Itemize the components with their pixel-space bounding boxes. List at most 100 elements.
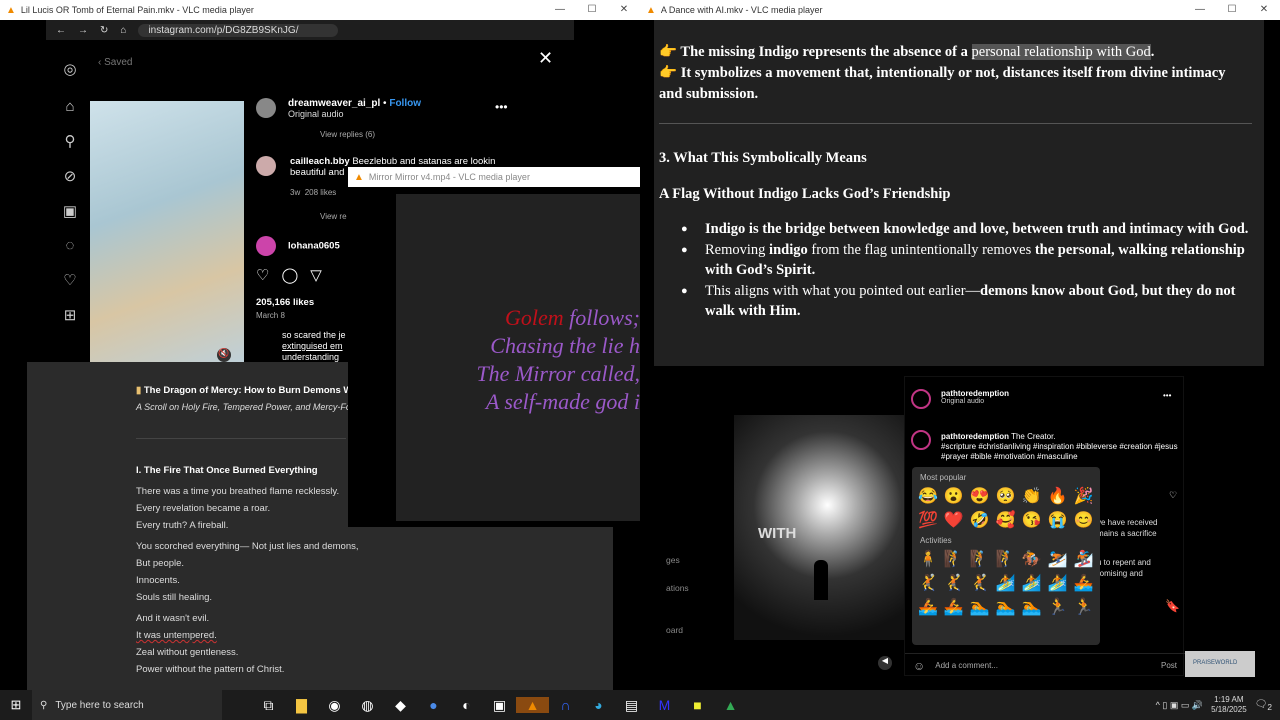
search-box[interactable]: ⚲ Type here to search bbox=[32, 690, 222, 720]
comment-input[interactable]: Add a comment... bbox=[935, 661, 1151, 670]
edge-icon[interactable]: ◕ bbox=[582, 697, 615, 713]
pinned-apps: ⧉ ▇ ◉ ◍ ◆ ● ◐ ▣ ▲ ∩ ◕ ▤ M ■ ▲ bbox=[252, 696, 747, 714]
vlc-icon: ▲ bbox=[354, 171, 364, 183]
address-bar[interactable]: instagram.com/p/DG8ZB9SKnJG/ bbox=[138, 23, 339, 37]
close-button[interactable]: ✕ bbox=[608, 0, 640, 20]
system-tray: ^ ▯ ▣ ▭ 🔊 1:19 AM 5/18/2025 🗨2 bbox=[1156, 695, 1280, 715]
app-icon[interactable]: ◐ bbox=[450, 697, 483, 713]
minimize-button[interactable]: — bbox=[1184, 0, 1216, 20]
share-icon[interactable]: ▽ bbox=[310, 266, 322, 284]
drive-icon[interactable]: ▲ bbox=[714, 697, 747, 713]
browser-toolbar: ← → ↻ ⌂ instagram.com/p/DG8ZB9SKnJG/ bbox=[46, 20, 574, 40]
comment-user-2[interactable]: lohana0605 bbox=[256, 236, 340, 256]
comment-fragments: ve have received mains a sacrifice u to re… bbox=[1097, 518, 1158, 578]
emoji-icon[interactable]: ☺ bbox=[913, 659, 925, 673]
divider bbox=[136, 438, 346, 439]
home-icon[interactable]: ⌂ bbox=[46, 98, 94, 115]
sidebar-fragments: ges ations oard bbox=[666, 555, 689, 635]
saved-link[interactable]: ‹ Saved bbox=[98, 57, 132, 68]
notifications-icon[interactable]: ♡ bbox=[46, 271, 94, 289]
search-icon: ⚲ bbox=[40, 699, 48, 711]
lyric-line-1: Golem follows; bbox=[504, 305, 640, 330]
app-icon[interactable]: ◍ bbox=[351, 697, 384, 714]
more-icon[interactable]: ••• bbox=[1163, 391, 1171, 400]
bullet-3: This aligns with what you pointed out ea… bbox=[659, 281, 1252, 322]
reload-icon[interactable]: ↻ bbox=[100, 25, 108, 36]
app-icon[interactable]: ▤ bbox=[615, 697, 648, 714]
video-frame: Golem follows; Chasing the lie h The Mir… bbox=[396, 194, 640, 521]
subheading: A Flag Without Indigo Lacks God’s Friend… bbox=[659, 186, 951, 202]
emoji-row-2[interactable]: 💯 ❤️ 🤣 🥰 😘 😭 😊 bbox=[918, 510, 1100, 530]
notification-icon[interactable]: 🗨2 bbox=[1255, 699, 1272, 712]
app-icon[interactable]: ▣ bbox=[483, 697, 516, 714]
chat-content: 👉 The missing Indigo represents the abse… bbox=[654, 20, 1264, 366]
paragraph-1: 👉 The missing Indigo represents the abse… bbox=[659, 44, 1155, 60]
start-button[interactable]: ⊞ bbox=[0, 697, 32, 713]
doc-subtitle: A Scroll on Holy Fire, Tempered Power, a… bbox=[136, 402, 351, 412]
vlc-icon: ▲ bbox=[6, 4, 16, 16]
search-icon[interactable]: ⚲ bbox=[46, 132, 94, 150]
post-actions: ♡ ◯ ▽ bbox=[256, 266, 322, 284]
comment-icon[interactable]: ◯ bbox=[281, 266, 298, 284]
activity-row-1[interactable]: 🧍 🧗 🧗 🧗 🏇 ⛷️ 🏂 bbox=[918, 549, 1100, 569]
username[interactable]: dreamweaver_ai_pl bbox=[288, 98, 380, 109]
caption: pathtoredemption The Creator. #scripture … bbox=[941, 432, 1178, 461]
section-heading: I. The Fire That Once Burned Everything bbox=[136, 465, 318, 476]
ad-banner[interactable]: PRAISEWORLD bbox=[1185, 651, 1255, 677]
ig-sidebar: ◎ ⌂ ⚲ ⊘ ▣ ◌ ♡ ⊞ bbox=[46, 60, 94, 341]
section-heading: 3. What This Symbolically Means bbox=[659, 150, 867, 166]
view-replies[interactable]: View replies (6) bbox=[320, 130, 375, 139]
title-bar: ▲ Mirror Mirror v4.mp4 - VLC media player bbox=[348, 167, 640, 187]
avatar[interactable] bbox=[911, 389, 931, 409]
mute-icon[interactable]: 🔇 bbox=[217, 348, 231, 362]
username[interactable]: pathtoredemption bbox=[941, 389, 1009, 398]
scroll-icon: ▮ bbox=[136, 385, 142, 396]
like-icon[interactable]: ♡ bbox=[1169, 490, 1177, 501]
task-view-icon[interactable]: ⧉ bbox=[252, 697, 285, 714]
lyric-line-4: A self-made god i bbox=[485, 389, 640, 414]
bullet-list: Indigo is the bridge between knowledge a… bbox=[659, 219, 1252, 322]
most-popular-label: Most popular bbox=[920, 473, 967, 482]
create-icon[interactable]: ⊞ bbox=[46, 306, 94, 324]
reels-icon[interactable]: ▣ bbox=[46, 202, 94, 220]
file-explorer-icon[interactable]: ▇ bbox=[285, 697, 318, 714]
post-button[interactable]: Post bbox=[1161, 661, 1177, 670]
home-icon[interactable]: ⌂ bbox=[120, 25, 126, 36]
avatar[interactable] bbox=[256, 98, 276, 118]
like-icon[interactable]: ♡ bbox=[256, 266, 269, 284]
bookmark-icon[interactable]: 🔖 bbox=[1165, 599, 1180, 613]
explore-icon[interactable]: ⊘ bbox=[46, 167, 94, 185]
app-icon[interactable]: ■ bbox=[681, 697, 714, 713]
maximize-button[interactable]: ☐ bbox=[576, 0, 608, 20]
activities-label: Activities bbox=[920, 536, 952, 545]
activity-row-2[interactable]: 🤾 🤾 🤾 🏄 🏄 🏄 🚣 bbox=[918, 573, 1100, 593]
follow-button[interactable]: Follow bbox=[389, 98, 421, 109]
image-text: WITH bbox=[758, 525, 797, 542]
vlc-icon[interactable]: ▲ bbox=[516, 696, 549, 713]
view-replies-2[interactable]: View re bbox=[320, 212, 347, 221]
bullet-1: Indigo is the bridge between knowledge a… bbox=[659, 219, 1252, 240]
clock[interactable]: 1:19 AM 5/18/2025 bbox=[1211, 695, 1247, 715]
chrome-icon[interactable]: ◉ bbox=[318, 697, 351, 714]
vlc-icon: ▲ bbox=[646, 4, 656, 16]
taskbar: ⊞ ⚲ Type here to search ⧉ ▇ ◉ ◍ ◆ ● ◐ ▣ ▲ ∩ ◕ ▤ M ■ ▲ ^… bbox=[0, 690, 1280, 720]
messages-icon[interactable]: ◌ bbox=[46, 237, 94, 254]
app-icon[interactable]: ● bbox=[417, 697, 450, 713]
forward-icon[interactable]: → bbox=[78, 25, 88, 36]
avatar bbox=[911, 430, 931, 450]
maximize-button[interactable]: ☐ bbox=[1216, 0, 1248, 20]
close-button[interactable]: ✕ bbox=[1248, 0, 1280, 20]
app-icon[interactable]: M bbox=[648, 697, 681, 713]
tray-icons[interactable]: ^ ▯ ▣ ▭ 🔊 bbox=[1156, 700, 1203, 711]
instagram-icon[interactable]: ◎ bbox=[46, 60, 94, 78]
more-icon[interactable]: ••• bbox=[495, 100, 508, 114]
close-icon[interactable]: ✕ bbox=[538, 48, 553, 69]
back-icon[interactable]: ← bbox=[56, 25, 66, 36]
app-icon[interactable]: ∩ bbox=[549, 697, 582, 713]
app-icon[interactable]: ◆ bbox=[384, 697, 417, 714]
emoji-row-1[interactable]: 😂 😮 😍 🥺 👏 🔥 🎉 bbox=[918, 486, 1100, 506]
activity-row-3[interactable]: 🚣 🚣 🏊 🏊 🏊 🏃 🏃 bbox=[918, 597, 1100, 617]
mute-icon[interactable]: ◀ bbox=[878, 656, 892, 670]
post-image bbox=[90, 101, 244, 362]
minimize-button[interactable]: — bbox=[544, 0, 576, 20]
